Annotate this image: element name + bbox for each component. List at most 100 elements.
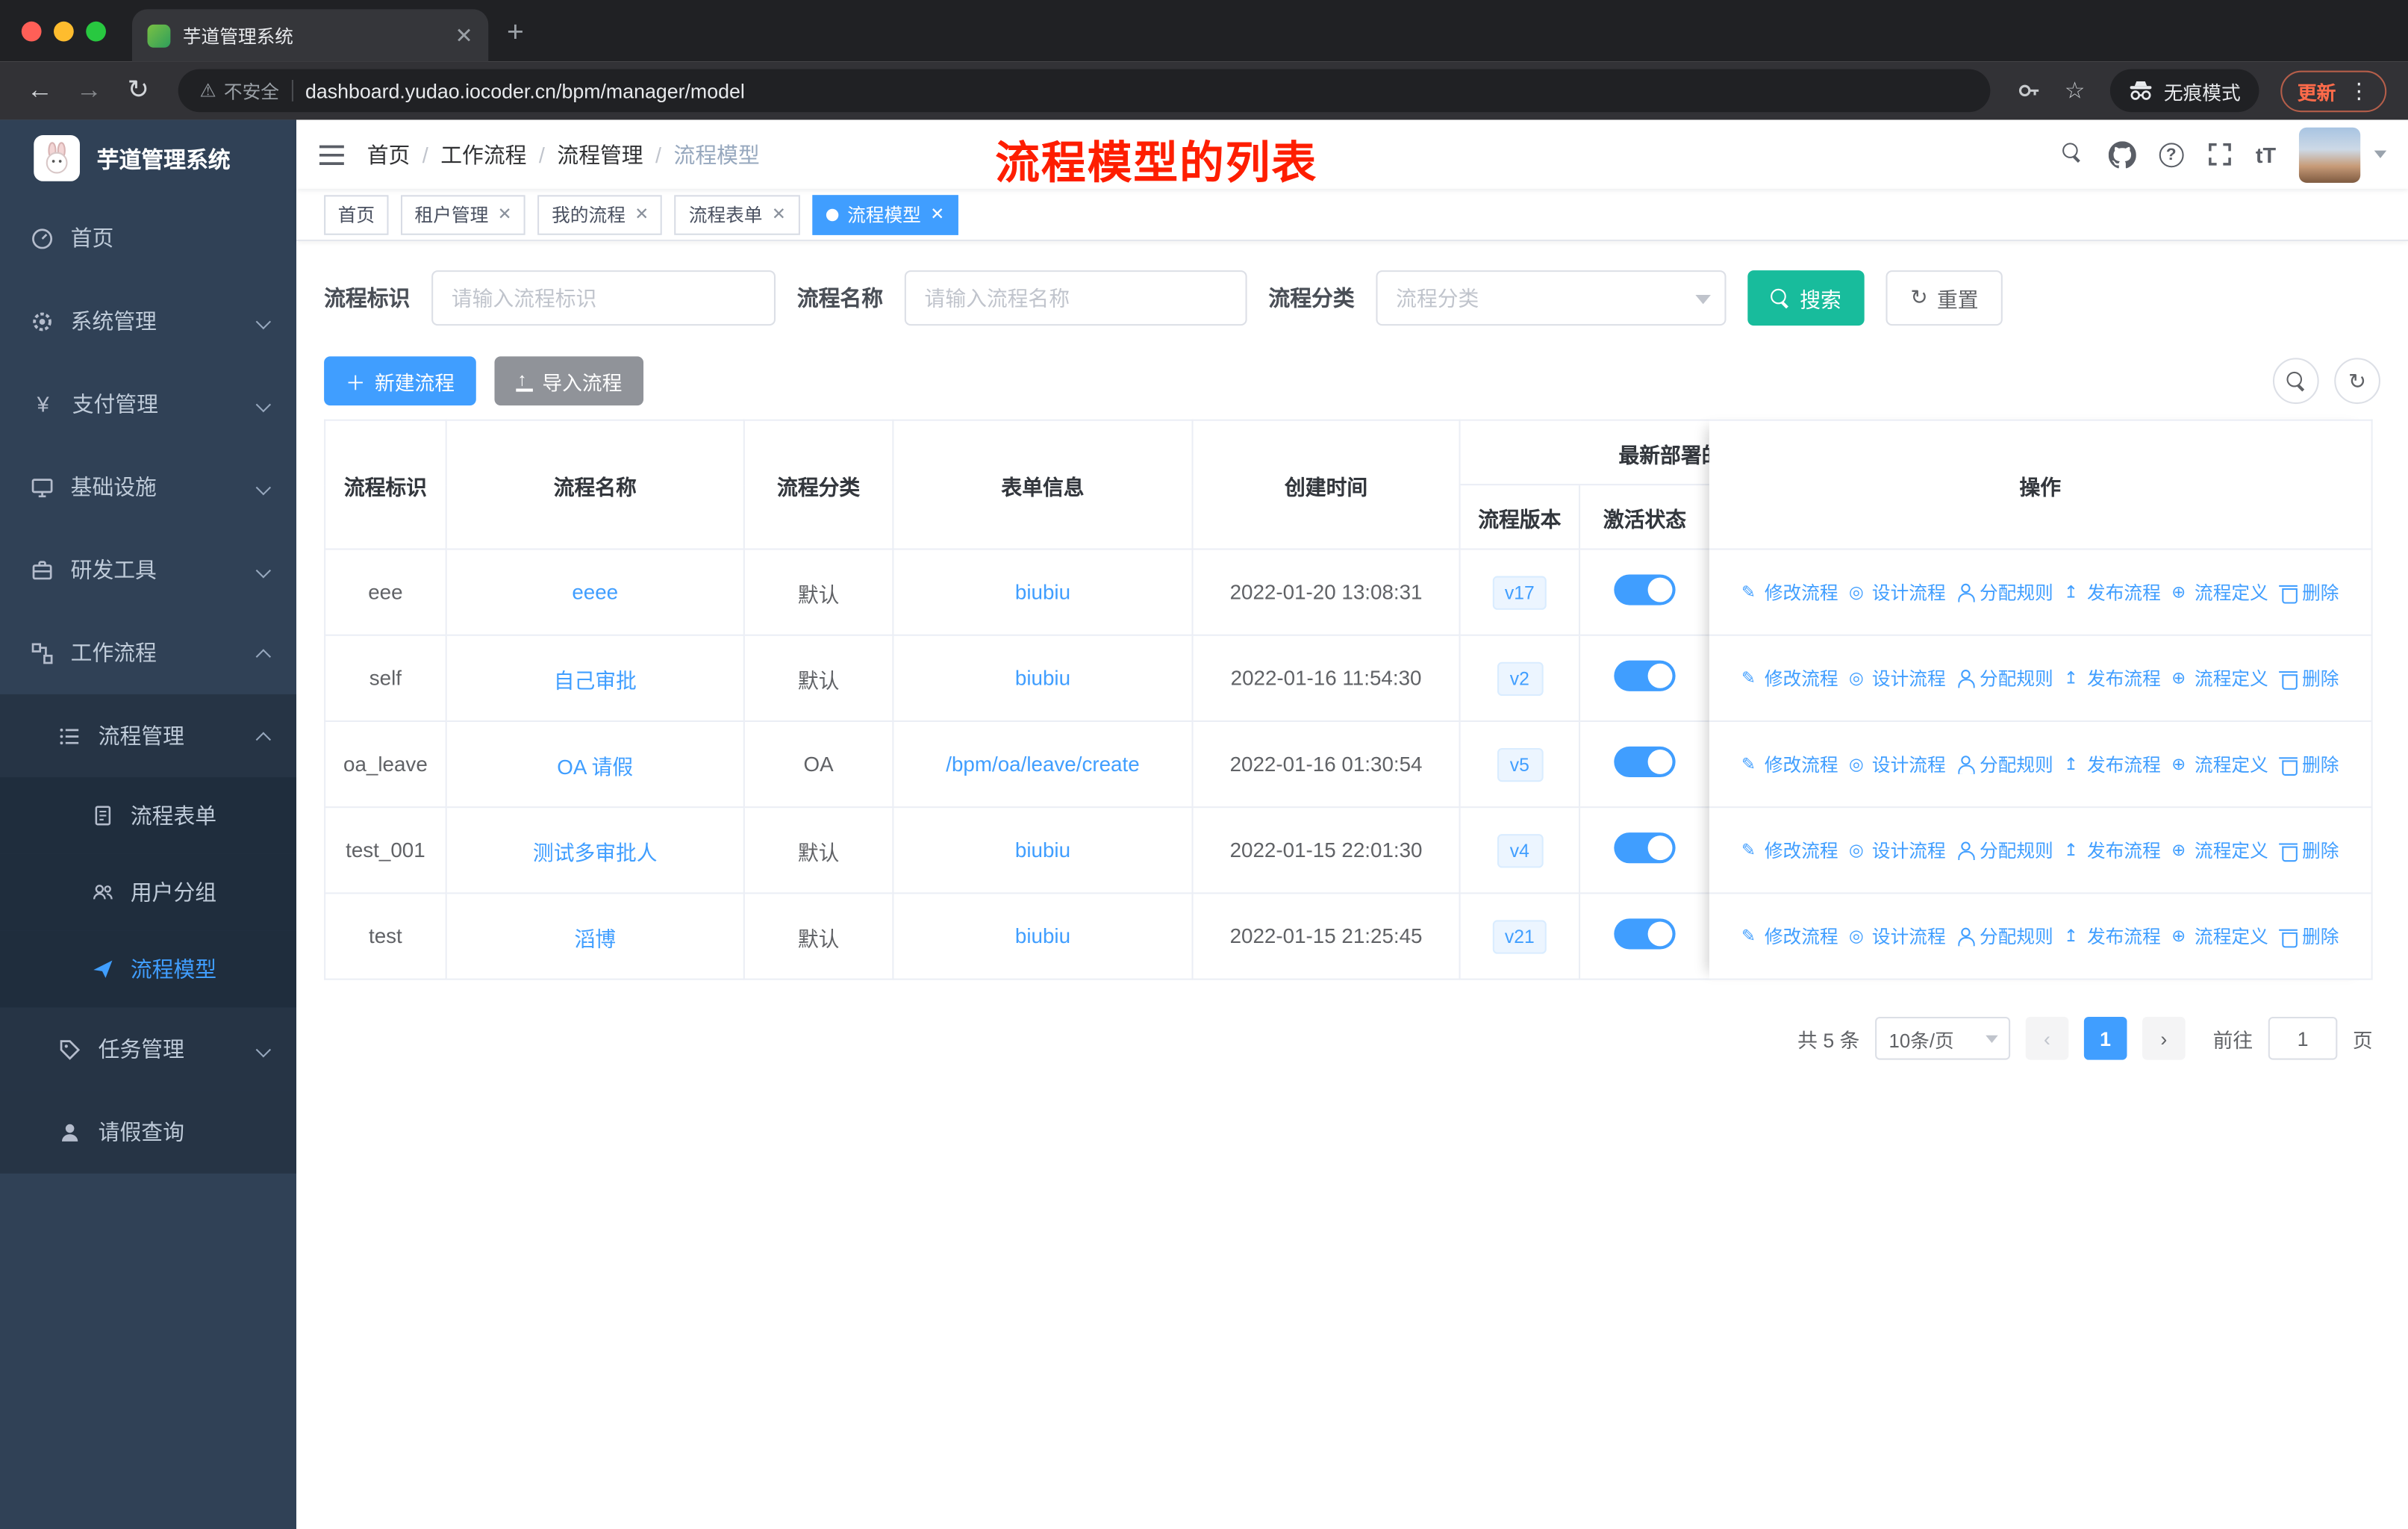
- publish-flow-link[interactable]: 发布流程: [2064, 579, 2161, 605]
- assign-rule-link[interactable]: 分配规则: [1956, 579, 2053, 605]
- design-flow-link[interactable]: 设计流程: [1849, 579, 1946, 605]
- edit-flow-link[interactable]: 修改流程: [1741, 923, 1838, 949]
- publish-flow-link[interactable]: 发布流程: [2064, 837, 2161, 863]
- model-form-link[interactable]: biubiu: [1015, 667, 1070, 690]
- edit-flow-link[interactable]: 修改流程: [1741, 579, 1838, 605]
- new-tab-button[interactable]: +: [507, 17, 524, 51]
- model-form-link[interactable]: biubiu: [1015, 925, 1070, 948]
- browser-tab[interactable]: 芋道管理系统 ✕: [131, 9, 489, 62]
- import-model-button[interactable]: 导入流程: [494, 356, 644, 406]
- reload-button[interactable]: ↻: [116, 75, 160, 106]
- search-button[interactable]: 搜索: [1747, 270, 1865, 326]
- address-bar[interactable]: ⚠ 不安全 dashboard.yudao.iocoder.cn/bpm/man…: [178, 69, 1991, 113]
- flow-definition-link[interactable]: 流程定义: [2171, 923, 2268, 949]
- sidebar-item-leave-query[interactable]: 请假查询: [0, 1090, 297, 1174]
- user-avatar[interactable]: [2298, 126, 2361, 182]
- tag-home[interactable]: 首页: [324, 194, 389, 234]
- flow-definition-link[interactable]: 流程定义: [2171, 837, 2268, 863]
- active-toggle[interactable]: [1614, 832, 1676, 864]
- publish-flow-link[interactable]: 发布流程: [2064, 751, 2161, 777]
- prev-page-button[interactable]: ‹: [2025, 1016, 2069, 1060]
- tag-close-icon[interactable]: ✕: [634, 205, 649, 225]
- assign-rule-link[interactable]: 分配规则: [1956, 665, 2053, 691]
- security-warning[interactable]: ⚠ 不安全: [199, 78, 279, 104]
- filter-name-input[interactable]: [904, 270, 1247, 326]
- help-icon[interactable]: ?: [2159, 142, 2184, 167]
- assign-rule-link[interactable]: 分配规则: [1956, 751, 2053, 777]
- window-minimize-button[interactable]: [54, 21, 74, 42]
- active-toggle[interactable]: [1614, 918, 1676, 950]
- active-toggle[interactable]: [1614, 660, 1676, 691]
- sidebar-item-payment[interactable]: ¥ 支付管理: [0, 363, 296, 446]
- active-toggle[interactable]: [1614, 574, 1676, 605]
- bookmark-star-icon[interactable]: ☆: [2055, 77, 2094, 105]
- design-flow-link[interactable]: 设计流程: [1849, 665, 1946, 691]
- back-button[interactable]: ←: [19, 75, 62, 106]
- page-1-button[interactable]: 1: [2083, 1016, 2127, 1060]
- breadcrumb-item-workflow[interactable]: 工作流程: [440, 139, 526, 169]
- fullscreen-icon[interactable]: [2206, 141, 2233, 167]
- model-name-link[interactable]: OA 请假: [557, 755, 633, 778]
- page-size-select[interactable]: 10条/页: [1875, 1016, 2011, 1060]
- model-name-link[interactable]: eeee: [572, 581, 618, 604]
- design-flow-link[interactable]: 设计流程: [1849, 837, 1946, 863]
- forward-button[interactable]: →: [68, 75, 111, 106]
- flow-definition-link[interactable]: 流程定义: [2171, 665, 2268, 691]
- tag-close-icon[interactable]: ✕: [772, 205, 786, 225]
- sidebar-item-process-mgmt[interactable]: 流程管理: [0, 694, 297, 778]
- filter-category-select[interactable]: [1376, 270, 1727, 326]
- sidebar-item-process-form[interactable]: 流程表单: [0, 777, 297, 854]
- window-zoom-button[interactable]: [86, 21, 106, 42]
- github-icon[interactable]: [2108, 140, 2136, 168]
- tab-close-icon[interactable]: ✕: [455, 25, 473, 46]
- tag-close-icon[interactable]: ✕: [498, 205, 512, 225]
- sidebar-item-system[interactable]: 系统管理: [0, 279, 296, 362]
- sidebar-item-infrastructure[interactable]: 基础设施: [0, 446, 296, 529]
- assign-rule-link[interactable]: 分配规则: [1956, 923, 2053, 949]
- refresh-button[interactable]: ↻: [2334, 358, 2380, 405]
- tag-close-icon[interactable]: ✕: [930, 205, 944, 225]
- font-size-icon[interactable]: tT: [2256, 142, 2276, 166]
- tag-process-form[interactable]: 流程表单 ✕: [675, 194, 800, 234]
- delete-link[interactable]: 删除: [2279, 923, 2339, 949]
- model-form-link[interactable]: biubiu: [1015, 581, 1070, 604]
- model-form-link[interactable]: biubiu: [1015, 838, 1070, 862]
- flow-definition-link[interactable]: 流程定义: [2171, 751, 2268, 777]
- tag-tenant[interactable]: 租户管理 ✕: [401, 194, 526, 234]
- assign-rule-link[interactable]: 分配规则: [1956, 837, 2053, 863]
- breadcrumb-item-home[interactable]: 首页: [367, 139, 411, 169]
- header-search-icon[interactable]: [2062, 143, 2086, 166]
- sidebar-item-user-group[interactable]: 用户分组: [0, 853, 297, 931]
- delete-link[interactable]: 删除: [2279, 579, 2339, 605]
- model-form-link[interactable]: /bpm/oa/leave/create: [946, 753, 1139, 776]
- design-flow-link[interactable]: 设计流程: [1849, 751, 1946, 777]
- edit-flow-link[interactable]: 修改流程: [1741, 837, 1838, 863]
- sidebar-item-devtools[interactable]: 研发工具: [0, 529, 296, 611]
- next-page-button[interactable]: ›: [2142, 1016, 2186, 1060]
- delete-link[interactable]: 删除: [2279, 751, 2339, 777]
- publish-flow-link[interactable]: 发布流程: [2064, 665, 2161, 691]
- sidebar-collapse-button[interactable]: [318, 142, 346, 166]
- active-toggle[interactable]: [1614, 746, 1676, 778]
- breadcrumb-item-process-mgmt[interactable]: 流程管理: [557, 139, 643, 169]
- publish-flow-link[interactable]: 发布流程: [2064, 923, 2161, 949]
- model-name-link[interactable]: 滔博: [574, 927, 616, 950]
- sidebar-item-home[interactable]: 首页: [0, 196, 296, 279]
- search-toggle-button[interactable]: [2272, 358, 2319, 405]
- browser-menu-icon[interactable]: ⋮: [2348, 78, 2370, 104]
- window-close-button[interactable]: [21, 21, 42, 42]
- goto-page-input[interactable]: [2268, 1016, 2338, 1060]
- reset-button[interactable]: ↻ 重置: [1885, 270, 2003, 326]
- model-name-link[interactable]: 自己审批: [554, 669, 637, 692]
- sidebar-item-process-model[interactable]: 流程模型: [0, 930, 297, 1008]
- model-name-link[interactable]: 测试多审批人: [533, 841, 658, 864]
- tag-process-model[interactable]: 流程模型 ✕: [811, 194, 958, 234]
- delete-link[interactable]: 删除: [2279, 837, 2339, 863]
- sidebar-item-task-mgmt[interactable]: 任务管理: [0, 1007, 297, 1091]
- create-model-button[interactable]: ＋ 新建流程: [324, 356, 476, 406]
- edit-flow-link[interactable]: 修改流程: [1741, 751, 1838, 777]
- filter-key-input[interactable]: [431, 270, 776, 326]
- flow-definition-link[interactable]: 流程定义: [2171, 579, 2268, 605]
- tag-my-process[interactable]: 我的流程 ✕: [537, 194, 663, 234]
- edit-flow-link[interactable]: 修改流程: [1741, 665, 1838, 691]
